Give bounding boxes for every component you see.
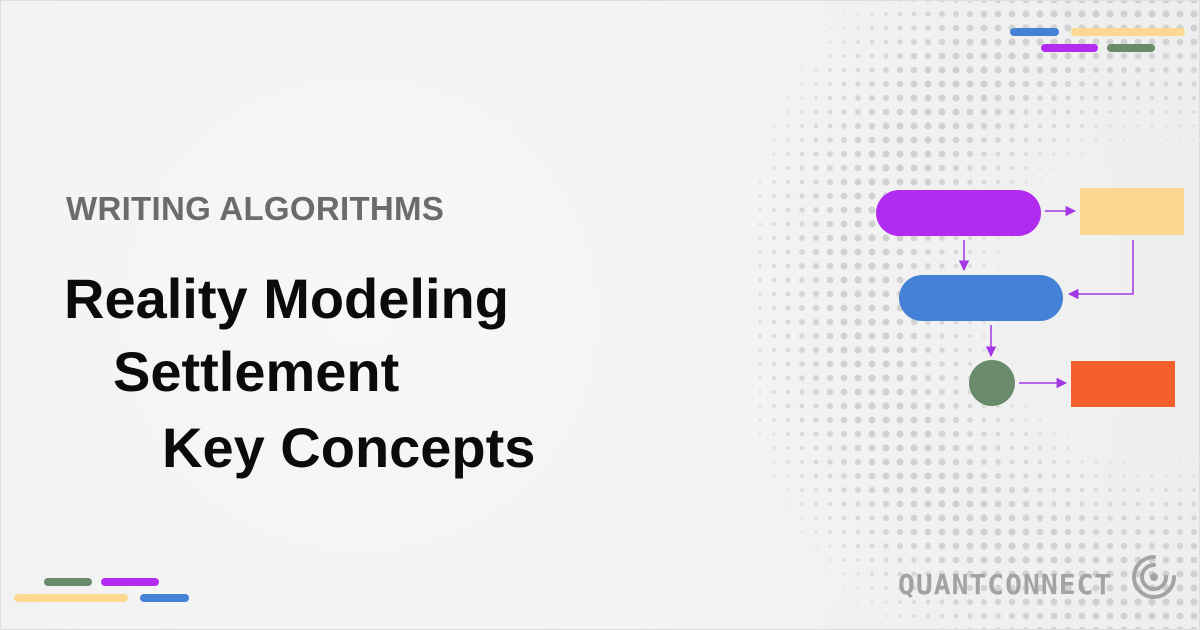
brand-wordmark: QUANTCONNECT bbox=[898, 568, 1113, 601]
blue-pill-node bbox=[899, 275, 1063, 321]
orange-rect-node bbox=[1071, 361, 1175, 407]
purple-pill-node bbox=[876, 190, 1041, 236]
yellow-rect-node bbox=[1080, 188, 1184, 235]
quantconnect-logo-icon bbox=[1132, 555, 1176, 599]
flowchart-illustration bbox=[876, 188, 1184, 407]
canvas: WRITING ALGORITHMS Reality Modeling Sett… bbox=[0, 0, 1200, 630]
green-circle-node bbox=[969, 360, 1015, 406]
arrow-yellow-to-blue bbox=[1067, 240, 1134, 300]
